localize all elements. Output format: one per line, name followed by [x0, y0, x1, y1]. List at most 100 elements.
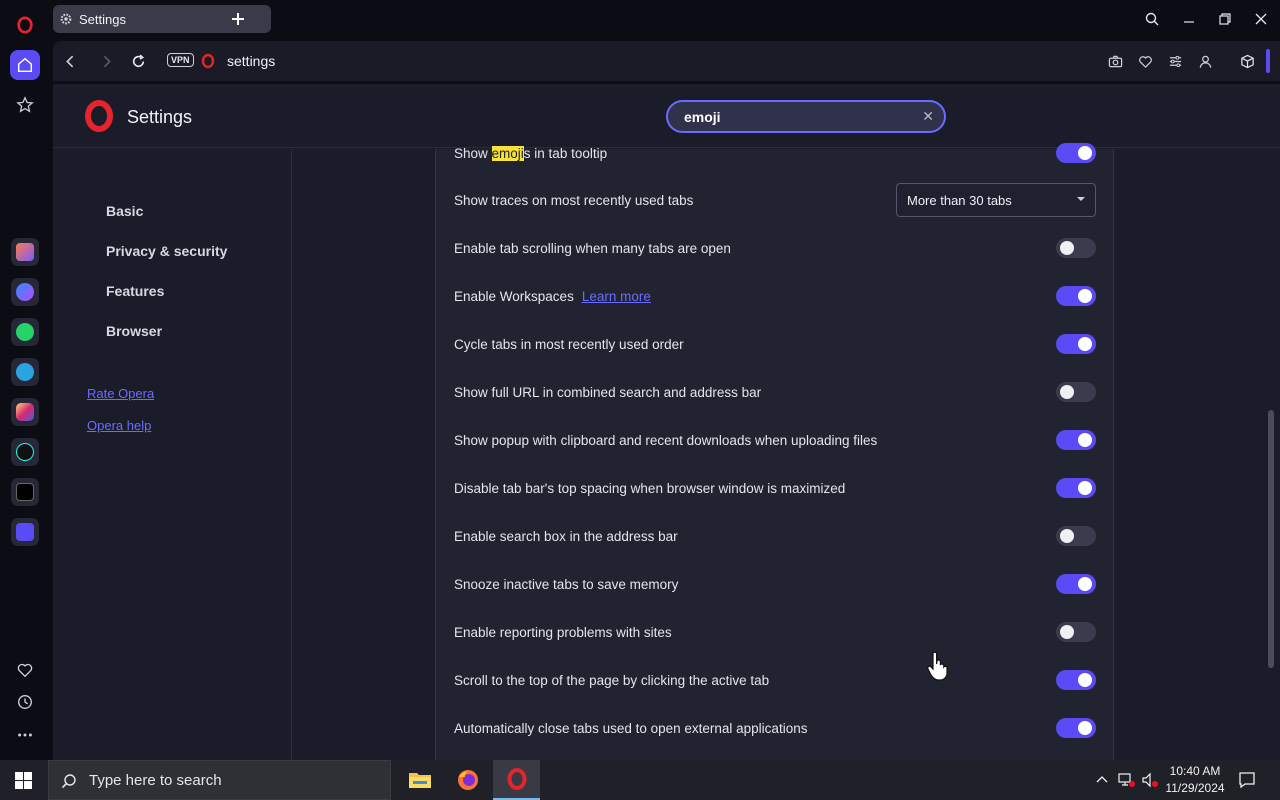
learn-more-link[interactable]: Learn more	[582, 289, 651, 304]
x-app-button[interactable]	[11, 478, 39, 506]
cycle-tabs-toggle[interactable]	[1056, 334, 1096, 354]
setting-row: Show popup with clipboard and recent dow…	[454, 416, 1096, 464]
player-app-button[interactable]	[11, 518, 39, 546]
instagram-app-button[interactable]	[11, 398, 39, 426]
opera-help-link[interactable]: Opera help	[87, 418, 151, 433]
forward-button[interactable]	[96, 51, 116, 71]
rate-opera-link[interactable]: Rate Opera	[87, 386, 154, 401]
tab-bar-spacing-toggle[interactable]	[1056, 478, 1096, 498]
snooze-tabs-toggle[interactable]	[1056, 574, 1096, 594]
speed-dial-button[interactable]	[10, 90, 40, 120]
nav-item-browser[interactable]: Browser	[106, 323, 162, 339]
opera-logo-icon	[17, 16, 33, 34]
easy-setup-button[interactable]	[1165, 51, 1185, 71]
setting-row: Enable tab scrolling when many tabs are …	[454, 224, 1096, 272]
instagram-icon	[16, 403, 34, 421]
whatsapp-icon	[16, 323, 34, 341]
nav-item-basic[interactable]: Basic	[106, 203, 143, 219]
home-icon	[17, 57, 33, 73]
chevron-right-icon	[103, 55, 111, 67]
hand-cursor-icon	[927, 651, 948, 681]
file-explorer-button[interactable]	[400, 760, 440, 800]
back-button[interactable]	[60, 51, 80, 71]
vpn-badge[interactable]: VPN	[167, 53, 194, 67]
snapshot-button[interactable]	[1105, 51, 1125, 71]
upload-popup-toggle[interactable]	[1056, 430, 1096, 450]
page-scrollbar[interactable]	[1268, 410, 1274, 668]
opera-url-icon	[201, 53, 215, 69]
tiktok-icon	[16, 443, 34, 461]
settings-page: Settings emoji ✕ Basic Privacy & securit…	[53, 84, 1280, 760]
minimize-button[interactable]	[1179, 9, 1199, 29]
windows-start-icon[interactable]	[15, 772, 32, 789]
setting-label: Enable search box in the address bar	[454, 528, 678, 544]
auto-close-tabs-toggle[interactable]	[1056, 718, 1096, 738]
new-tab-button[interactable]	[228, 9, 248, 29]
home-button[interactable]	[10, 50, 40, 80]
search-icon	[1145, 12, 1159, 26]
reload-button[interactable]	[128, 51, 148, 71]
restore-button[interactable]	[1215, 9, 1235, 29]
taskbar-search-input[interactable]: Type here to search	[48, 760, 391, 800]
telegram-icon	[16, 363, 34, 381]
address-search-box-toggle[interactable]	[1056, 526, 1096, 546]
address-bar[interactable]: settings	[227, 53, 275, 69]
scroll-to-top-toggle[interactable]	[1056, 670, 1096, 690]
sidebar-more-button[interactable]	[10, 720, 40, 750]
full-url-toggle[interactable]	[1056, 382, 1096, 402]
notifications-icon[interactable]	[1238, 771, 1256, 789]
pinboards-button[interactable]	[10, 655, 40, 685]
close-window-button[interactable]	[1251, 9, 1271, 29]
aria-app-button[interactable]	[11, 238, 39, 266]
telegram-app-button[interactable]	[11, 358, 39, 386]
workspaces-toggle[interactable]	[1056, 286, 1096, 306]
setting-row: Snooze inactive tabs to save memory	[454, 560, 1096, 608]
report-problems-toggle[interactable]	[1056, 622, 1096, 642]
opera-menu-button[interactable]	[10, 10, 40, 40]
tab-traces-select[interactable]: More than 30 tabs	[896, 183, 1096, 217]
chevron-down-icon	[1077, 197, 1085, 201]
setting-label: Cycle tabs in most recently used order	[454, 336, 684, 352]
settings-nav: Basic Privacy & security Features Browse…	[53, 149, 292, 760]
tab-title: Settings	[79, 11, 126, 27]
clock-date: 11/29/2024	[1165, 781, 1225, 795]
tiktok-app-button[interactable]	[11, 438, 39, 466]
minimize-icon	[1184, 21, 1194, 23]
chevron-up-icon[interactable]	[1096, 774, 1108, 786]
page-title: Settings	[127, 107, 193, 127]
music-player-icon	[16, 523, 34, 541]
network-icon[interactable]	[1118, 772, 1136, 788]
setting-row: Enable Workspaces Learn more	[454, 272, 1096, 320]
nav-item-features[interactable]: Features	[106, 283, 164, 299]
clear-search-icon[interactable]: ✕	[922, 108, 934, 125]
more-dots-icon	[18, 733, 32, 737]
tab-search-button[interactable]	[1142, 9, 1162, 29]
folder-icon	[409, 773, 431, 788]
setting-row: Show traces on most recently used tabs M…	[454, 176, 1096, 224]
setting-label: Snooze inactive tabs to save memory	[454, 576, 679, 592]
history-button[interactable]	[10, 687, 40, 717]
bookmark-button[interactable]	[1135, 51, 1155, 71]
setting-label: Enable reporting problems with sites	[454, 624, 672, 640]
profile-button[interactable]	[1195, 51, 1215, 71]
messenger-app-button[interactable]	[11, 278, 39, 306]
firefox-button[interactable]	[448, 760, 488, 800]
gear-icon	[60, 13, 72, 25]
setting-label: Automatically close tabs used to open ex…	[454, 720, 808, 736]
settings-card: Show emojis in tab tooltip Show traces o…	[435, 143, 1114, 760]
nav-item-privacy-security[interactable]: Privacy & security	[106, 243, 227, 259]
setting-row: Automatically close tabs used to open ex…	[454, 704, 1096, 752]
taskbar-search-placeholder: Type here to search	[89, 771, 222, 789]
tab-strip: Settings	[50, 0, 1280, 38]
search-query: emoji	[684, 108, 721, 125]
firefox-icon	[458, 770, 478, 790]
extensions-button[interactable]	[1237, 51, 1257, 71]
taskbar-clock[interactable]: 10:40 AM 11/29/2024	[1164, 764, 1226, 795]
setting-label: Show emojis in tab tooltip	[454, 145, 608, 161]
tab-scrolling-toggle[interactable]	[1056, 238, 1096, 258]
heart-icon	[17, 663, 33, 678]
emojis-tooltip-toggle[interactable]	[1056, 143, 1096, 163]
opera-taskbar-button[interactable]	[493, 760, 540, 800]
volume-muted-icon[interactable]	[1141, 772, 1159, 788]
whatsapp-app-button[interactable]	[11, 318, 39, 346]
